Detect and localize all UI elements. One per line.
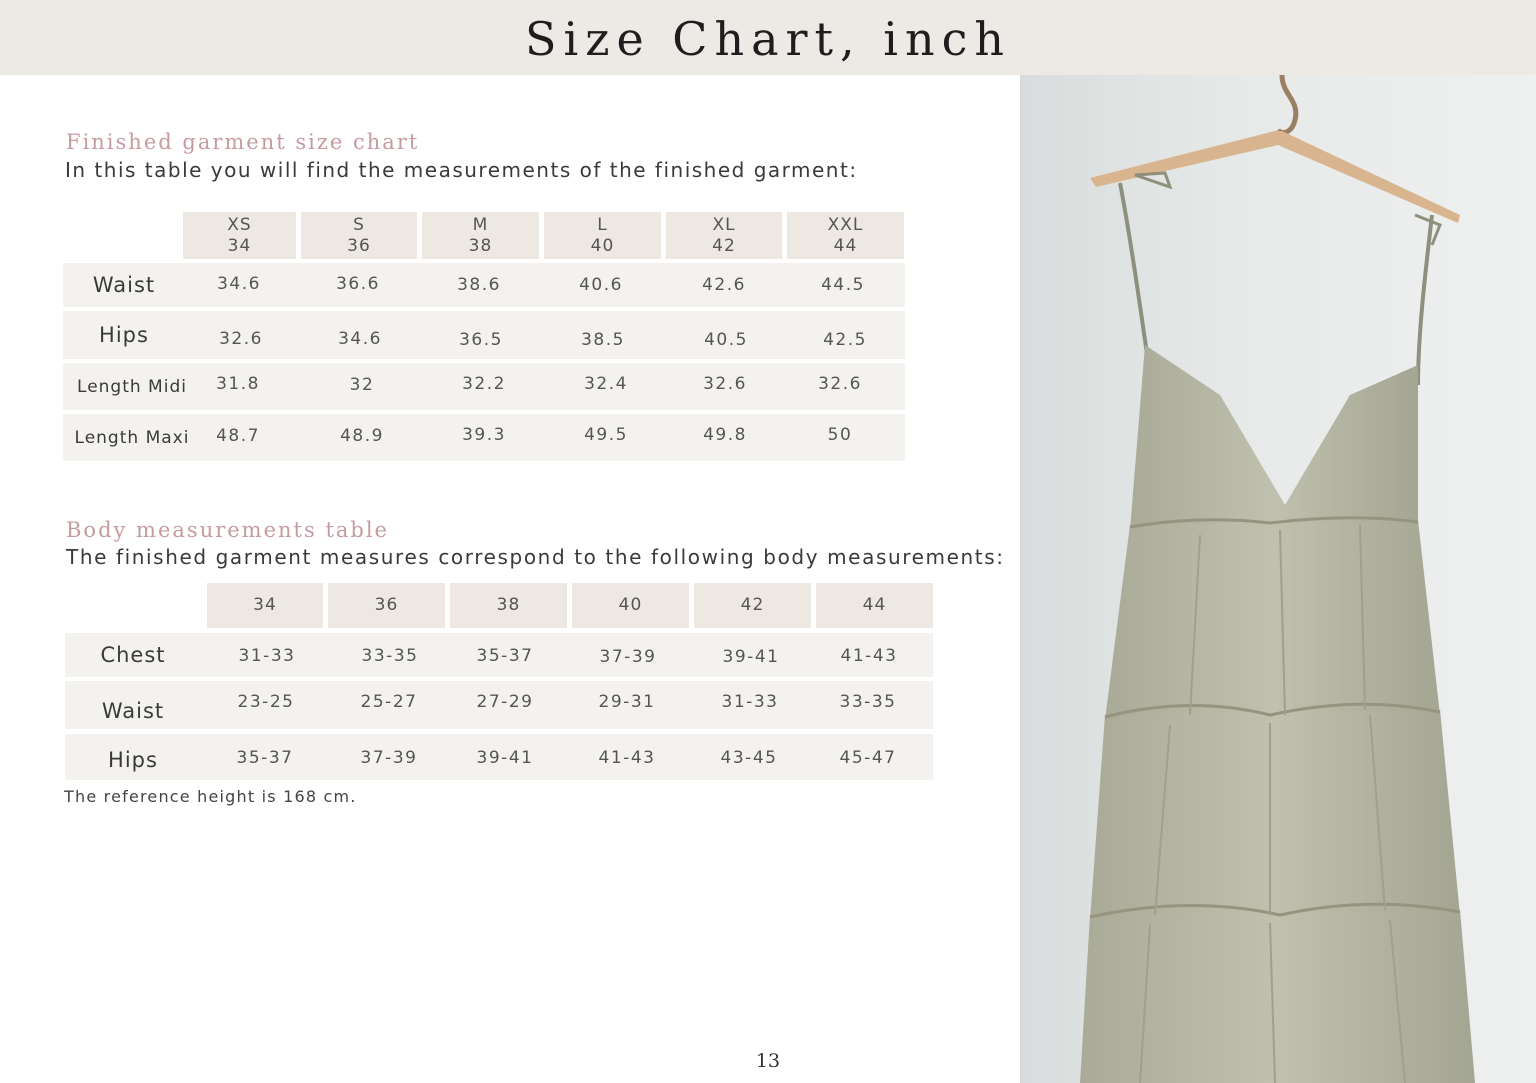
row-label-chest: Chest xyxy=(100,643,166,667)
cell-value: 40.5 xyxy=(704,330,748,350)
cell-value: 48.7 xyxy=(216,426,260,446)
page-title: Size Chart, inch xyxy=(525,12,1011,66)
cell-value: 39-41 xyxy=(476,748,534,768)
cell-value: 33-35 xyxy=(361,646,419,666)
row-label-waist: Waist xyxy=(101,699,165,723)
size-number: 36 xyxy=(347,235,371,256)
garment-size-header-l: L 40 xyxy=(544,212,661,259)
size-label: M xyxy=(472,214,489,235)
cell-value: 32.6 xyxy=(219,329,263,349)
body-section-subtitle: The finished garment measures correspond… xyxy=(66,545,1005,569)
cell-value: 42.6 xyxy=(702,275,746,295)
size-number: 38 xyxy=(468,235,493,256)
size-label: XXL xyxy=(827,214,864,235)
cell-value: 50 xyxy=(827,425,853,445)
cell-value: 39.3 xyxy=(462,425,506,445)
cell-value: 25-27 xyxy=(360,692,418,712)
cell-value: 37-39 xyxy=(599,647,657,667)
body-size-header: 38 xyxy=(450,583,567,628)
body-size-header: 44 xyxy=(816,583,933,628)
size-number: 40 xyxy=(590,235,615,256)
page-header: Size Chart, inch xyxy=(0,0,1536,75)
body-section-title: Body measurements table xyxy=(66,518,389,542)
cell-value: 34.6 xyxy=(338,329,382,349)
cell-value: 49.8 xyxy=(703,425,747,445)
size-label: S xyxy=(353,214,365,235)
garment-size-header-m: M 38 xyxy=(422,212,539,259)
cell-value: 31-33 xyxy=(238,646,296,666)
cell-value: 41-43 xyxy=(840,646,898,666)
row-label-hips: Hips xyxy=(108,748,158,772)
cell-value: 32.2 xyxy=(462,374,506,394)
cell-value: 45-47 xyxy=(839,748,897,768)
body-size-header: 34 xyxy=(207,583,323,628)
cell-value: 39-41 xyxy=(722,647,780,667)
cell-value: 49.5 xyxy=(584,425,628,445)
dress-illustration xyxy=(1080,75,1475,1083)
body-size-header: 42 xyxy=(694,583,811,628)
size-label: L xyxy=(597,214,608,235)
cell-value: 41-43 xyxy=(598,748,656,768)
body-size-header: 40 xyxy=(572,583,689,628)
reference-height-note: The reference height is 168 cm. xyxy=(64,787,357,806)
row-label-length-maxi: Length Maxi xyxy=(74,427,190,448)
size-number: 34 xyxy=(227,235,252,256)
cell-value: 32.6 xyxy=(818,374,862,394)
cell-value: 36.5 xyxy=(459,330,503,350)
garment-section-title: Finished garment size chart xyxy=(66,130,420,154)
cell-value: 32.4 xyxy=(584,374,628,394)
row-label-waist: Waist xyxy=(92,273,156,297)
page-number: 13 xyxy=(755,1050,781,1072)
cell-value: 34.6 xyxy=(217,274,261,294)
cell-value: 35-37 xyxy=(476,646,534,666)
cell-value: 27-29 xyxy=(476,692,534,712)
size-number: 44 xyxy=(833,235,858,256)
body-size-header: 36 xyxy=(328,583,445,628)
garment-size-header-xs: XS 34 xyxy=(183,212,296,259)
cell-value: 31.8 xyxy=(216,374,260,394)
cell-value: 40.6 xyxy=(579,275,623,295)
cell-value: 36.6 xyxy=(336,274,380,294)
cell-value: 42.5 xyxy=(823,330,867,350)
cell-value: 35-37 xyxy=(236,748,294,768)
cell-value: 32.6 xyxy=(703,374,747,394)
row-label-hips: Hips xyxy=(99,323,149,347)
cell-value: 33-35 xyxy=(839,692,897,712)
cell-value: 29-31 xyxy=(598,692,656,712)
row-label-length-midi: Length Midi xyxy=(77,376,187,397)
cell-value: 32 xyxy=(349,375,375,395)
cell-value: 38.5 xyxy=(581,330,625,350)
cell-value: 37-39 xyxy=(360,748,418,768)
size-label: XS xyxy=(227,214,252,235)
garment-section-subtitle: In this table you will find the measurem… xyxy=(65,158,858,182)
garment-size-header-s: S 36 xyxy=(301,212,417,259)
cell-value: 38.6 xyxy=(457,275,501,295)
size-number: 42 xyxy=(712,235,736,256)
cell-value: 44.5 xyxy=(821,275,865,295)
garment-size-header-xxl: XXL 44 xyxy=(787,212,904,259)
cell-value: 31-33 xyxy=(721,692,779,712)
dress-photo xyxy=(1020,75,1536,1083)
garment-size-header-xl: XL 42 xyxy=(666,212,782,259)
cell-value: 43-45 xyxy=(720,748,778,768)
cell-value: 48.9 xyxy=(340,426,384,446)
size-label: XL xyxy=(712,214,736,235)
cell-value: 23-25 xyxy=(237,692,295,712)
